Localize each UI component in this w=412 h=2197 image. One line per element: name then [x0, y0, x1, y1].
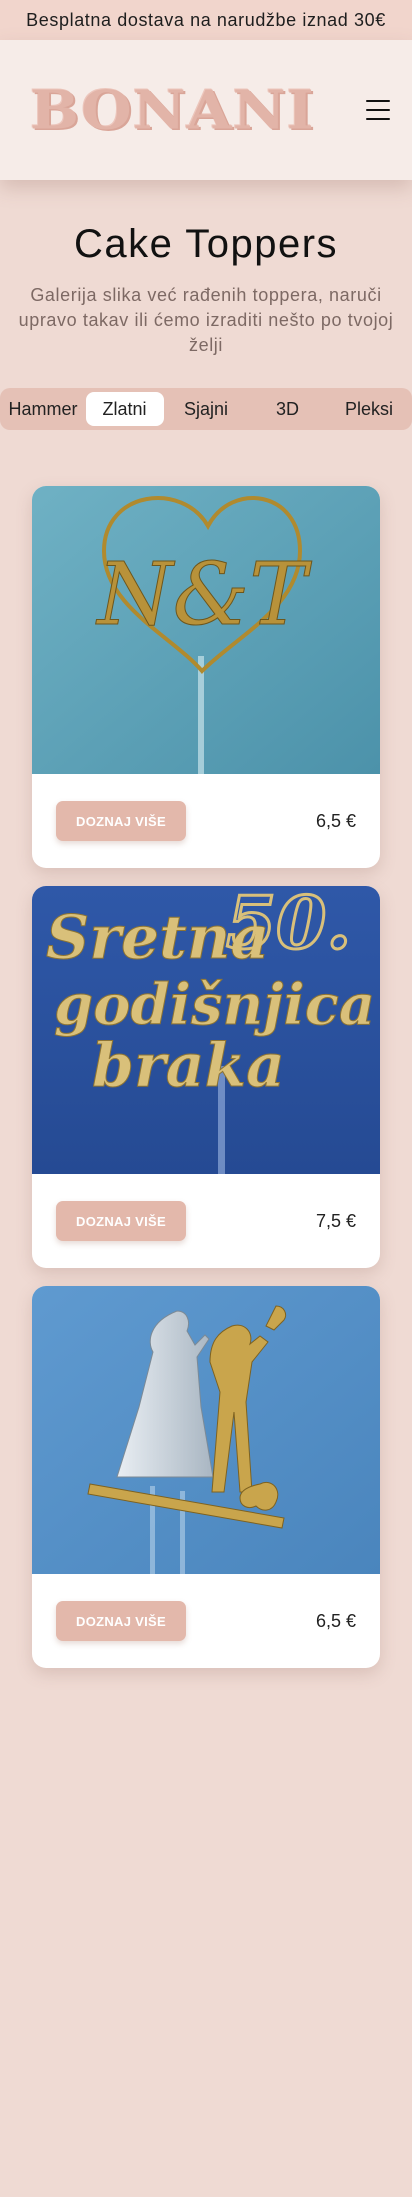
learn-more-button[interactable]: DOZNAJ VIŠE — [56, 1601, 186, 1641]
product-price: 6,5 € — [315, 1610, 356, 1631]
site-header: BONANI — [0, 40, 412, 180]
announcement-bar: Besplatna dostava na narudžbe iznad 30€ — [0, 0, 412, 40]
product-card: N&T DOZNAJ VIŠE 6,5 € — [32, 486, 380, 868]
product-price: 6,5 € — [315, 810, 356, 831]
hero-section: Cake Toppers Galerija slika već rađenih … — [0, 222, 412, 358]
product-image[interactable] — [32, 1286, 380, 1574]
announcement-text: Besplatna dostava na narudžbe iznad 30€ — [26, 9, 386, 30]
learn-more-button[interactable]: DOZNAJ VIŠE — [56, 801, 186, 841]
product-footer: DOZNAJ VIŠE 6,5 € — [32, 1574, 380, 1668]
hamburger-menu-icon[interactable] — [366, 100, 390, 120]
product-card: DOZNAJ VIŠE 6,5 € — [32, 1286, 380, 1668]
tab-zlatni[interactable]: Zlatni — [85, 392, 164, 426]
tab-3d[interactable]: 3D — [249, 392, 327, 426]
product-price: 7,5 € — [315, 1210, 356, 1231]
topper-monogram: N&T — [95, 545, 312, 645]
product-footer: DOZNAJ VIŠE 6,5 € — [32, 774, 380, 868]
product-footer: DOZNAJ VIŠE 7,5 € — [32, 1174, 380, 1268]
page-subtitle: Galerija slika već rađenih toppera, naru… — [18, 285, 394, 355]
topper-text-line: godišnjica — [54, 972, 375, 1038]
product-image[interactable]: Sretna 50. godišnjica braka — [32, 886, 380, 1174]
product-card: Sretna 50. godišnjica braka DOZNAJ VIŠE … — [32, 886, 380, 1268]
topper-text-line: braka — [92, 1031, 285, 1101]
category-tabs: Hammer Zlatni Sjajni 3D Pleksi — [0, 388, 412, 430]
tab-hammer[interactable]: Hammer — [4, 392, 82, 426]
product-image[interactable]: N&T — [32, 486, 380, 774]
page-title: Cake Toppers — [73, 222, 339, 266]
tab-pleksi[interactable]: Pleksi — [330, 392, 408, 426]
brand-logo[interactable]: BONANI — [30, 79, 315, 142]
topper-text-number: 50. — [226, 886, 351, 965]
learn-more-button[interactable]: DOZNAJ VIŠE — [56, 1201, 186, 1241]
tab-sjajni[interactable]: Sjajni — [167, 392, 245, 426]
